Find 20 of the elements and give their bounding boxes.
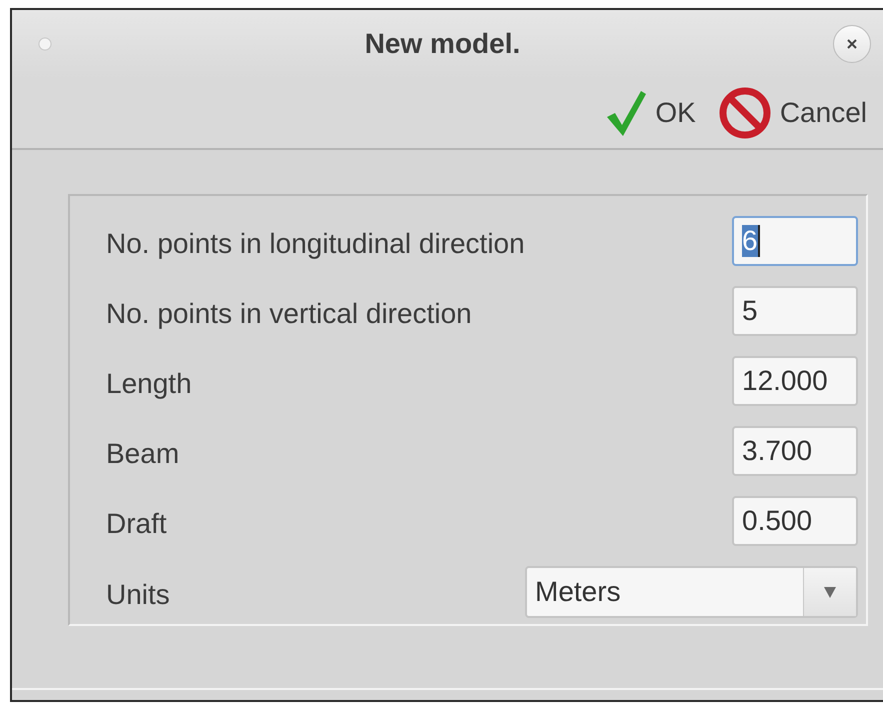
- caret-icon: [823, 585, 837, 599]
- cancel-button[interactable]: Cancel: [718, 86, 867, 140]
- units-dropdown[interactable]: Meters: [525, 566, 858, 618]
- close-button[interactable]: [833, 25, 871, 63]
- checkmark-icon: [605, 89, 648, 137]
- field-label: Length: [106, 367, 193, 400]
- input-field[interactable]: 6: [732, 216, 858, 266]
- field-label: Units: [106, 578, 171, 611]
- input-field[interactable]: 5: [732, 286, 858, 336]
- field-label: Beam: [106, 437, 180, 470]
- prohibited-icon: [718, 86, 772, 140]
- input-field[interactable]: 0.500: [732, 496, 858, 546]
- ok-button[interactable]: OK: [605, 89, 696, 137]
- field-label: Draft: [106, 507, 168, 540]
- window-title: New model.: [364, 28, 522, 60]
- circle-icon: [38, 37, 52, 51]
- input-field[interactable]: 12.000: [732, 356, 858, 406]
- field-label: No. points in vertical direction: [106, 297, 473, 330]
- field-label: No. points in longitudinal direction: [106, 227, 525, 260]
- input-field[interactable]: 3.700: [732, 426, 858, 476]
